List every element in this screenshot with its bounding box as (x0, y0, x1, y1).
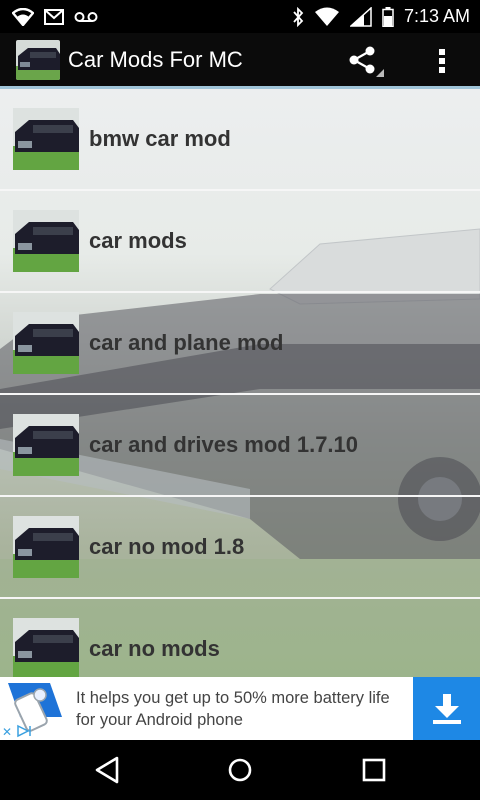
list-item-label: bmw car mod (89, 126, 231, 151)
content-area[interactable]: bmw car mod car mods car and plane mod c… (0, 89, 480, 677)
list-item[interactable]: car no mod 1.8 (0, 497, 480, 599)
list-item-label: car and drives mod 1.7.10 (89, 432, 359, 457)
mod-thumbnail (13, 108, 79, 170)
list-item[interactable]: car and drives mod 1.7.10 (0, 395, 480, 497)
mod-thumbnail (13, 210, 79, 272)
list-item-label: car no mods (89, 636, 220, 661)
download-button[interactable] (413, 677, 480, 740)
back-icon[interactable] (91, 754, 123, 786)
list-item[interactable]: car no mods (0, 599, 480, 677)
app-title: Car Mods For MC (68, 46, 243, 72)
mod-thumbnail (13, 414, 79, 476)
wifi-signal-icon (314, 7, 339, 26)
navigation-bar (0, 740, 480, 800)
ad-banner[interactable]: ✕ It helps you get up to 50% more batter… (0, 677, 480, 740)
list-item-label: car no mod 1.8 (89, 534, 245, 559)
overflow-menu-icon[interactable] (430, 45, 454, 77)
list-item[interactable]: car mods (0, 191, 480, 293)
home-icon[interactable] (224, 754, 256, 786)
list-item[interactable]: bmw car mod (0, 89, 480, 191)
list-item-label: car and plane mod (89, 330, 284, 355)
status-bar: 7:13 AM (0, 0, 480, 33)
ad-choices-icon[interactable]: ✕ (0, 724, 40, 738)
svg-text:✕: ✕ (2, 725, 12, 738)
share-icon[interactable] (348, 45, 384, 77)
voicemail-icon (74, 11, 98, 22)
list-item[interactable]: car and plane mod (0, 293, 480, 395)
mod-list: bmw car mod car mods car and plane mod c… (0, 89, 480, 677)
recents-icon[interactable] (358, 754, 390, 786)
download-icon (432, 693, 461, 724)
clock: 7:13 AM (403, 6, 470, 26)
action-bar: Car Mods For MC (0, 33, 480, 89)
ad-text[interactable]: It helps you get up to 50% more battery … (76, 687, 406, 731)
app-icon[interactable] (16, 39, 60, 80)
wifi-icon (12, 7, 34, 26)
list-item-label: car mods (89, 228, 187, 253)
bluetooth-icon (293, 6, 304, 27)
battery-app-icon[interactable]: ✕ (0, 677, 66, 740)
mod-thumbnail (13, 312, 79, 374)
mod-thumbnail (13, 618, 79, 677)
gmail-icon (44, 8, 64, 25)
mod-thumbnail (13, 516, 79, 578)
cell-signal-icon (349, 6, 372, 27)
battery-icon (382, 6, 394, 27)
